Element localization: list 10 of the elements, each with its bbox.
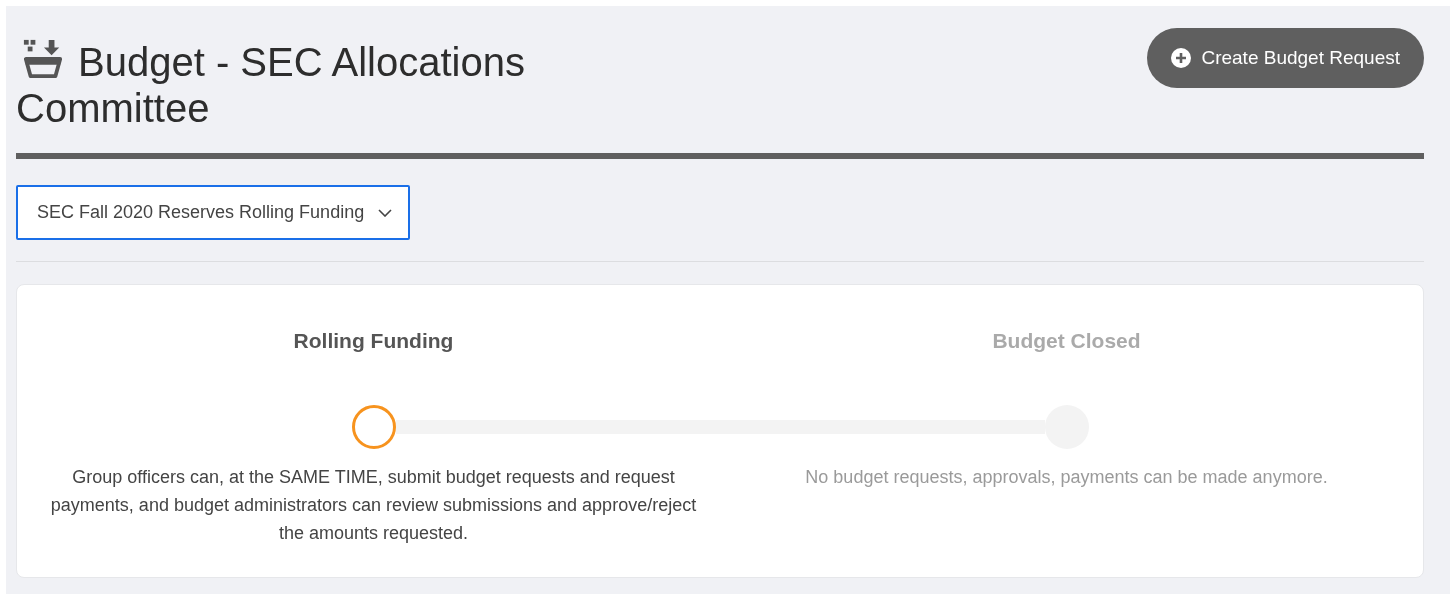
stage-description: No budget requests, approvals, payments can be made anymore.: [805, 466, 1328, 489]
stage-title: Rolling Funding: [293, 329, 454, 354]
chevron-down-icon: [378, 208, 393, 217]
stage-description: Group officers can, at the SAME TIME, submit budget requests and request payments, and budget administrators can review submissions and approve/reject the amounts requested.: [49, 466, 698, 545]
basket-download-icon: [22, 38, 64, 80]
stage-title: Budget Closed: [992, 329, 1141, 354]
page-title: Budget - SEC Allocations Committee: [16, 38, 526, 131]
create-budget-request-button[interactable]: Create Budget Request: [1147, 28, 1424, 88]
budget-dropdown[interactable]: SEC Fall 2020 Reserves Rolling Funding: [16, 185, 411, 240]
plus-circle-icon: [1171, 48, 1192, 68]
